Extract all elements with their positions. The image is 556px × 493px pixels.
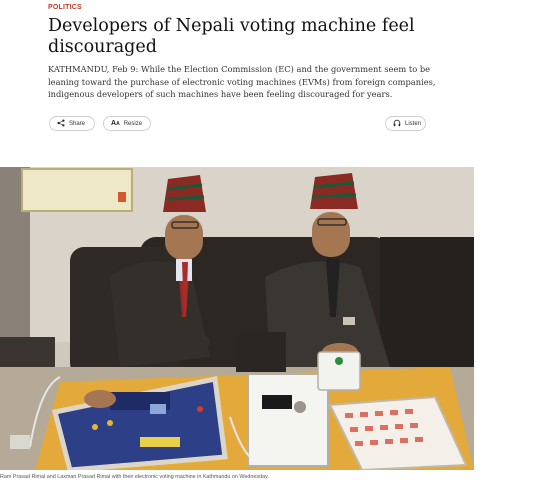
article-headline: Developers of Nepali voting machine feel… xyxy=(48,16,415,57)
article-lede: KATHMANDU, Feb 9: While the Election Com… xyxy=(48,64,436,99)
headphones-icon xyxy=(393,119,401,129)
article-photo xyxy=(0,167,474,470)
listen-label: Listen xyxy=(405,120,422,127)
share-button[interactable]: Share xyxy=(49,116,95,131)
resize-button[interactable]: AA Resize xyxy=(103,116,151,131)
article-category[interactable]: POLITICS xyxy=(48,4,82,11)
listen-button[interactable]: Listen xyxy=(385,116,426,131)
share-icon xyxy=(57,118,65,129)
text-resize-icon: AA xyxy=(111,120,120,127)
photo-caption: Ram Prasad Rimal and Laxman Prasad Rimal… xyxy=(0,474,269,480)
share-label: Share xyxy=(69,120,86,127)
resize-label: Resize xyxy=(123,120,143,127)
